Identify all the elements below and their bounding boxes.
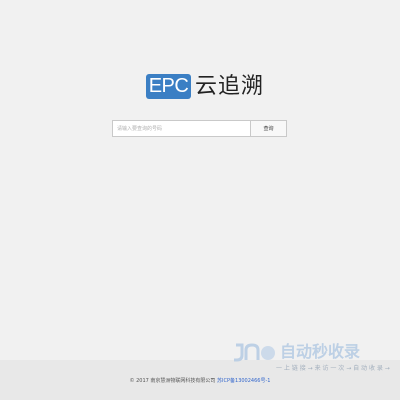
logo-brand-text: 云追溯 [195,74,265,99]
site-logo: EPC 云追溯 [146,72,263,102]
icp-link[interactable]: 苏ICP备13002466号-1 [217,378,270,384]
copyright-text: © 2017 南京慧洲物联网科技有限公司 [129,378,216,384]
logo-badge: EPC [146,74,191,99]
watermark: 自动秒收录 一 上 链 接 → 来 访 一 次 → 自 动 收 录 → [232,341,392,375]
watermark-title: 自动秒收录 [280,342,361,361]
footer: © 2017 南京慧洲物联网科技有限公司 苏ICP备13002466号-1 [0,377,400,384]
search-input[interactable] [112,120,258,137]
search-button[interactable]: 查询 [250,120,287,137]
watermark-subtitle: 一 上 链 接 → 来 访 一 次 → 自 动 收 录 → [276,365,390,372]
watermark-logo-icon [234,343,275,362]
